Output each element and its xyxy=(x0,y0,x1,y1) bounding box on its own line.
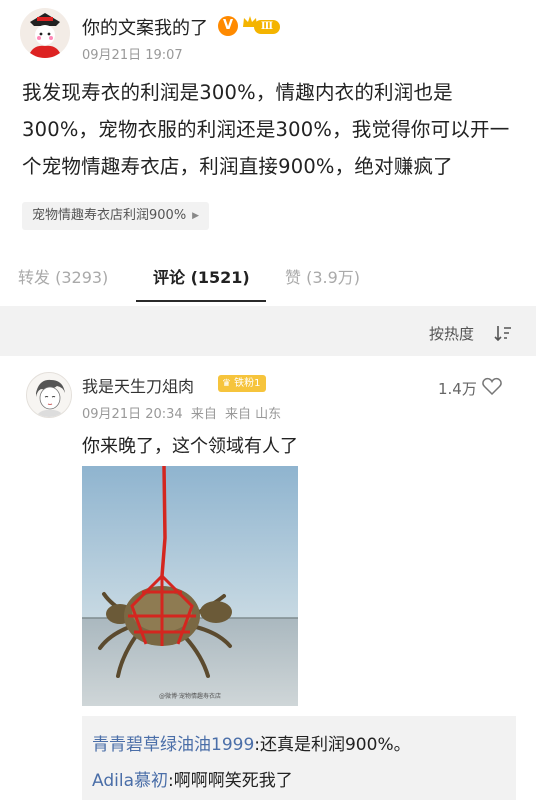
reply-preview[interactable]: 青青碧草绿油油1999:还真是利润900%。 Adila慕初:啊啊啊笑死我了 xyxy=(82,716,516,800)
sort-icon[interactable] xyxy=(494,325,512,341)
post-text: 我发现寿衣的利润是300%，情趣内衣的利润也是300%，宠物衣服的利润还是300… xyxy=(22,81,510,178)
active-tab-indicator xyxy=(136,300,266,302)
reply-text: :啊啊啊笑死我了 xyxy=(168,771,293,791)
sort-bar: 按热度 xyxy=(0,306,536,356)
level-badge: Ⅲ xyxy=(242,14,280,36)
comment-meta: 09月21日 20:34 来自 来自 山东 xyxy=(82,403,285,422)
post-time: 09月21日 19:07 xyxy=(82,48,183,63)
commenter-name[interactable]: 我是天生刀俎肉 xyxy=(82,373,194,397)
heart-icon[interactable] xyxy=(482,377,502,395)
fan-badge-label: 铁粉1 xyxy=(234,378,261,389)
chevron-right-icon: ▶ xyxy=(192,211,200,221)
tab-repost[interactable]: 转发 (3293) xyxy=(18,264,108,288)
author-name[interactable]: 你的文案我的了 xyxy=(82,14,208,40)
tab-comments[interactable]: 评论 (1521) xyxy=(153,264,250,288)
comment-item: 我是天生刀俎肉 ♛ 铁粉1 09月21日 20:34 来自 来自 山东 1.4万… xyxy=(0,356,536,800)
post-header: 你的文案我的了 V Ⅲ 09月21日 19:07 xyxy=(0,0,536,70)
author-avatar[interactable] xyxy=(20,8,70,58)
reply-author[interactable]: 青青碧草绿油油1999 xyxy=(92,735,254,755)
topic-chip[interactable]: 宠物情趣寿衣店利润900% ▶ xyxy=(22,202,210,230)
fan-badge: ♛ 铁粉1 xyxy=(218,375,266,392)
reply-author[interactable]: Adila慕初 xyxy=(92,771,168,791)
comment-source-1: 来自 xyxy=(190,407,217,422)
comment-source-2: 来自 山东 xyxy=(224,407,282,422)
sort-button[interactable]: 按热度 xyxy=(429,323,474,344)
commenter-avatar[interactable] xyxy=(26,372,72,418)
comment-text: 你来晚了，这个领域有人了 xyxy=(82,436,298,457)
like-count: 1.4万 xyxy=(438,380,477,398)
tab-bar: 转发 (3293) 评论 (1521) 赞 (3.9万) xyxy=(0,248,536,304)
verified-icon: V xyxy=(218,16,238,36)
fan-badge-icon: ♛ xyxy=(222,378,235,389)
topic-label: 宠物情趣寿衣店利润900% xyxy=(32,208,187,223)
reply-item[interactable]: Adila慕初:啊啊啊笑死我了 xyxy=(92,766,293,791)
image-watermark: @微博·宠物情趣寿衣店 xyxy=(159,692,221,700)
reply-text: :还真是利润900%。 xyxy=(254,735,411,755)
tab-likes[interactable]: 赞 (3.9万) xyxy=(285,264,360,288)
comment-image[interactable]: @微博·宠物情趣寿衣店 xyxy=(82,466,298,706)
level-number: Ⅲ xyxy=(254,20,280,34)
comment-date: 09月21日 20:34 xyxy=(82,407,183,422)
reply-item[interactable]: 青青碧草绿油油1999:还真是利润900%。 xyxy=(92,730,411,755)
